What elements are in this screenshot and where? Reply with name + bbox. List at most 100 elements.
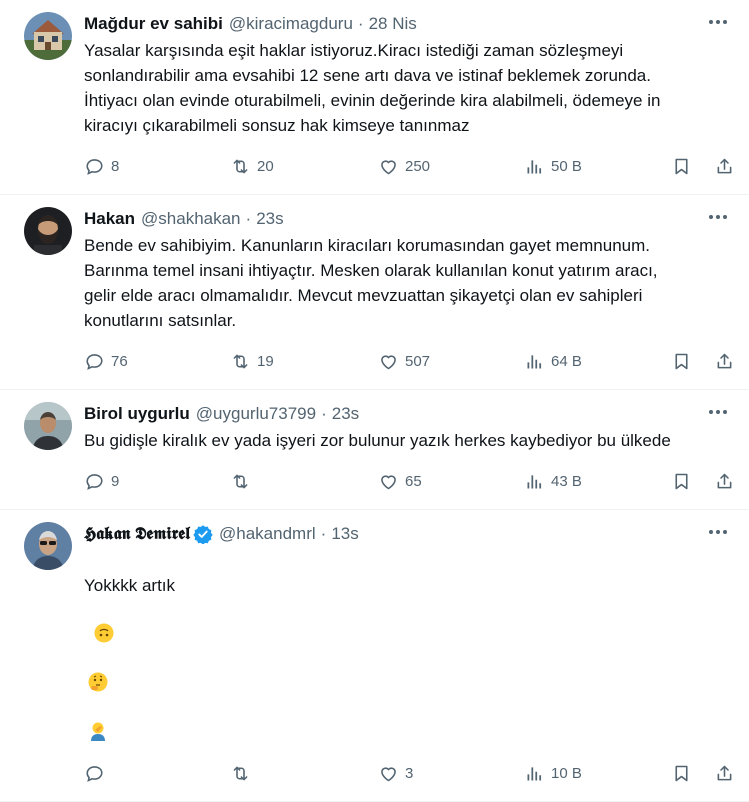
bookmark-button[interactable] — [671, 351, 692, 372]
heart-icon — [381, 766, 396, 781]
avatar[interactable] — [24, 12, 72, 60]
tweet-text: Bende ev sahibiyim. Kanunların kiracılar… — [84, 236, 658, 330]
bookmark-button[interactable] — [671, 156, 692, 177]
upside-down-face-icon — [94, 598, 114, 643]
views-icon — [527, 159, 542, 173]
tweet[interactable]: Mağdur ev sahibi @kiracimagduru · 28 Nis… — [0, 0, 749, 195]
views-button[interactable]: 43 B — [524, 471, 582, 492]
reply-count: 9 — [111, 472, 120, 490]
retweet-icon — [233, 354, 248, 368]
tweet[interactable]: 𝕳𝖆𝖐𝖆𝖓 𝕯𝖊𝖒𝖎𝖗𝖊𝖑 @hakandmrl · 13s Yokkkk ar… — [0, 510, 749, 802]
retweet-button[interactable] — [230, 763, 257, 784]
views-button[interactable]: 64 B — [524, 351, 582, 372]
action-bar: 8 20 250 50 B — [84, 150, 732, 182]
tweet-header: Birol uygurlu @uygurlu73799 · 23s — [84, 402, 689, 426]
author-name[interactable]: 𝕳𝖆𝖐𝖆𝖓 𝕯𝖊𝖒𝖎𝖗𝖊𝖑 — [84, 522, 190, 546]
views-button[interactable]: 10 B — [524, 763, 582, 784]
avatar[interactable] — [24, 207, 72, 255]
tweet-header: Mağdur ev sahibi @kiracimagduru · 28 Nis — [84, 12, 689, 36]
like-button[interactable]: 507 — [378, 351, 430, 372]
author-handle[interactable]: @shakhakan — [141, 207, 241, 231]
like-button[interactable]: 250 — [378, 156, 430, 177]
more-icon — [709, 410, 713, 414]
man-outdoor-avatar — [24, 402, 72, 450]
views-icon — [527, 766, 542, 780]
tweet-text: Yokkkk artık — [84, 548, 689, 745]
view-count: 64 B — [551, 352, 582, 370]
bookmark-button[interactable] — [671, 471, 692, 492]
author-name[interactable]: Birol uygurlu — [84, 402, 190, 426]
separator-dot: · — [321, 404, 327, 423]
reply-button[interactable]: 76 — [84, 351, 128, 372]
views-icon — [527, 474, 542, 488]
views-button[interactable]: 50 B — [524, 156, 582, 177]
share-button[interactable] — [714, 351, 735, 372]
tweet[interactable]: Birol uygurlu @uygurlu73799 · 23s Bu gid… — [0, 390, 749, 510]
tweet-text: Yasalar karşısında eşit haklar istiyoruz… — [84, 41, 661, 135]
reply-button[interactable] — [84, 763, 111, 784]
reply-icon — [86, 158, 103, 175]
more-icon — [709, 530, 713, 534]
heart-icon — [381, 474, 396, 489]
reply-icon — [86, 765, 103, 782]
retweet-button[interactable]: 20 — [230, 156, 274, 177]
more-icon — [709, 20, 713, 24]
reply-icon — [86, 353, 103, 370]
author-name[interactable]: Mağdur ev sahibi — [84, 12, 223, 36]
heart-icon — [381, 159, 396, 174]
avatar[interactable] — [24, 402, 72, 450]
retweet-count: 19 — [257, 352, 274, 370]
share-icon — [717, 353, 732, 368]
reply-button[interactable]: 8 — [84, 156, 119, 177]
author-handle[interactable]: @hakandmrl — [219, 522, 316, 546]
like-count: 65 — [405, 472, 422, 490]
author-handle[interactable]: @uygurlu73799 — [196, 402, 316, 426]
house-photo-avatar — [24, 12, 72, 60]
separator-dot: · — [320, 524, 327, 543]
verified-badge-icon — [193, 524, 213, 544]
more-options-button[interactable] — [703, 404, 733, 420]
man-facepalming-icon — [88, 696, 108, 741]
retweet-icon — [233, 159, 248, 173]
retweet-count: 20 — [257, 157, 274, 175]
more-options-button[interactable] — [703, 209, 733, 225]
like-button[interactable]: 65 — [378, 471, 422, 492]
share-icon — [717, 765, 732, 780]
timestamp[interactable]: 23s — [256, 207, 283, 231]
timestamp[interactable]: 23s — [332, 402, 359, 426]
tweet-header: Hakan @shakhakan · 23s — [84, 207, 689, 231]
action-bar: 76 19 507 64 B — [84, 345, 732, 377]
view-count: 10 B — [551, 764, 582, 782]
avatar[interactable] — [24, 522, 72, 570]
reply-button[interactable]: 9 — [84, 471, 119, 492]
separator-dot: · — [357, 14, 364, 33]
author-name[interactable]: Hakan — [84, 207, 135, 231]
view-count: 50 B — [551, 157, 582, 175]
like-count: 507 — [405, 352, 431, 370]
views-icon — [527, 354, 542, 368]
bookmark-icon — [675, 158, 688, 174]
more-options-button[interactable] — [703, 524, 733, 540]
share-button[interactable] — [714, 471, 735, 492]
timestamp[interactable]: 13s — [331, 522, 358, 546]
view-count: 43 B — [551, 472, 582, 490]
bookmark-button[interactable] — [671, 763, 692, 784]
thinking-face-icon — [88, 647, 108, 692]
retweet-button[interactable] — [230, 471, 257, 492]
more-options-button[interactable] — [703, 14, 733, 30]
share-button[interactable] — [714, 156, 735, 177]
author-handle[interactable]: @kiracimagduru — [229, 12, 353, 36]
timestamp[interactable]: 28 Nis — [369, 12, 417, 36]
tweet-header: 𝕳𝖆𝖐𝖆𝖓 𝕯𝖊𝖒𝖎𝖗𝖊𝖑 @hakandmrl · 13s — [84, 522, 689, 546]
like-count: 250 — [405, 157, 431, 175]
retweet-button[interactable]: 19 — [230, 351, 274, 372]
bookmark-icon — [675, 765, 688, 781]
bearded-man-avatar — [24, 207, 72, 255]
tweet[interactable]: Hakan @shakhakan · 23s Bende ev sahibiyi… — [0, 195, 749, 390]
separator-dot: · — [245, 209, 252, 228]
share-icon — [717, 473, 732, 488]
bookmark-icon — [675, 473, 688, 489]
like-button[interactable]: 3 — [378, 763, 413, 784]
tweet-text: Bu gidişle kiralık ev yada işyeri zor bu… — [84, 431, 671, 450]
share-button[interactable] — [714, 763, 735, 784]
